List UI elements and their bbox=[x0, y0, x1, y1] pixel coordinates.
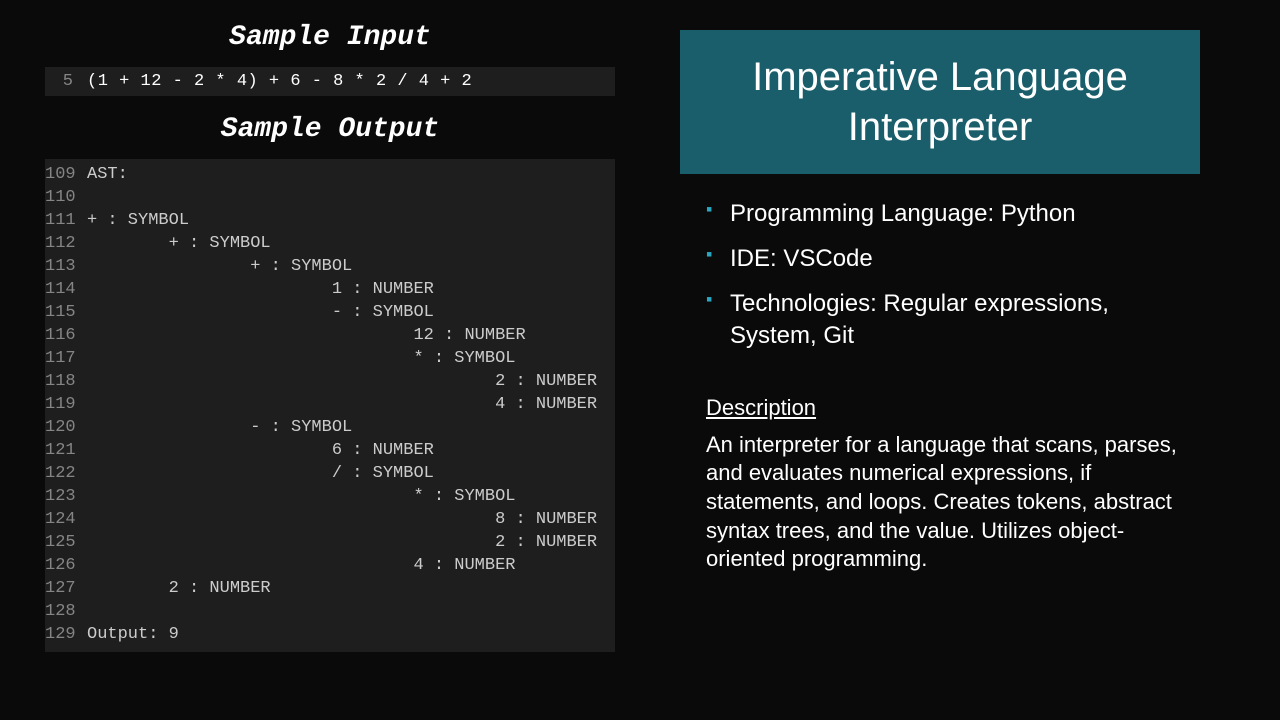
code-text: 8 : NUMBER bbox=[87, 508, 597, 531]
line-number: 116 bbox=[45, 324, 87, 347]
project-title: Imperative Language Interpreter bbox=[680, 30, 1200, 174]
line-number: 124 bbox=[45, 508, 87, 531]
left-column: Sample Input 5 (1 + 12 - 2 * 4) + 6 - 8 … bbox=[45, 22, 615, 652]
sample-output-heading: Sample Output bbox=[45, 114, 615, 145]
code-row: 129Output: 9 bbox=[45, 623, 615, 646]
code-row: 120 - : SYMBOL bbox=[45, 416, 615, 439]
line-number: 117 bbox=[45, 347, 87, 370]
code-text: / : SYMBOL bbox=[87, 462, 434, 485]
line-number: 129 bbox=[45, 623, 87, 646]
code-text: 1 : NUMBER bbox=[87, 278, 434, 301]
code-text: * : SYMBOL bbox=[87, 485, 515, 508]
line-number: 112 bbox=[45, 232, 87, 255]
line-number: 120 bbox=[45, 416, 87, 439]
code-text: 2 : NUMBER bbox=[87, 531, 597, 554]
bullet-list: Programming Language: Python IDE: VSCode T… bbox=[680, 198, 1200, 351]
code-row: 117 * : SYMBOL bbox=[45, 347, 615, 370]
line-number: 126 bbox=[45, 554, 87, 577]
code-text: AST: bbox=[87, 163, 128, 186]
code-text: - : SYMBOL bbox=[87, 301, 434, 324]
code-row: 112 + : SYMBOL bbox=[45, 232, 615, 255]
input-code-block: 5 (1 + 12 - 2 * 4) + 6 - 8 * 2 / 4 + 2 bbox=[45, 67, 615, 96]
line-number: 110 bbox=[45, 186, 87, 209]
code-row: 127 2 : NUMBER bbox=[45, 577, 615, 600]
line-number: 111 bbox=[45, 209, 87, 232]
bullet-item: IDE: VSCode bbox=[706, 243, 1200, 274]
code-text: 2 : NUMBER bbox=[87, 370, 597, 393]
code-row: 119 4 : NUMBER bbox=[45, 393, 615, 416]
line-number: 115 bbox=[45, 301, 87, 324]
code-row: 123 * : SYMBOL bbox=[45, 485, 615, 508]
code-text: - : SYMBOL bbox=[87, 416, 352, 439]
line-number: 119 bbox=[45, 393, 87, 416]
line-number: 125 bbox=[45, 531, 87, 554]
line-number: 109 bbox=[45, 163, 87, 186]
line-number: 118 bbox=[45, 370, 87, 393]
code-text: 4 : NUMBER bbox=[87, 393, 597, 416]
bullet-item: Programming Language: Python bbox=[706, 198, 1200, 229]
code-row: 124 8 : NUMBER bbox=[45, 508, 615, 531]
code-text: + : SYMBOL bbox=[87, 232, 271, 255]
code-row: 109AST: bbox=[45, 163, 615, 186]
code-row: 116 12 : NUMBER bbox=[45, 324, 615, 347]
description-heading: Description bbox=[706, 395, 1200, 421]
code-row: 5 (1 + 12 - 2 * 4) + 6 - 8 * 2 / 4 + 2 bbox=[45, 70, 615, 93]
sample-input-heading: Sample Input bbox=[45, 22, 615, 53]
code-row: 118 2 : NUMBER bbox=[45, 370, 615, 393]
code-row: 122 / : SYMBOL bbox=[45, 462, 615, 485]
output-code-block: 109AST:110111+ : SYMBOL112 + : SYMBOL113… bbox=[45, 159, 615, 652]
code-row: 121 6 : NUMBER bbox=[45, 439, 615, 462]
code-row: 115 - : SYMBOL bbox=[45, 301, 615, 324]
code-text: Output: 9 bbox=[87, 623, 179, 646]
code-text: * : SYMBOL bbox=[87, 347, 515, 370]
code-row: 110 bbox=[45, 186, 615, 209]
slide: Sample Input 5 (1 + 12 - 2 * 4) + 6 - 8 … bbox=[0, 0, 1280, 720]
code-row: 128 bbox=[45, 600, 615, 623]
description-body: An interpreter for a language that scans… bbox=[706, 431, 1200, 574]
code-text: + : SYMBOL bbox=[87, 255, 352, 278]
code-row: 111+ : SYMBOL bbox=[45, 209, 615, 232]
code-text: 4 : NUMBER bbox=[87, 554, 515, 577]
right-column: Imperative Language Interpreter Programm… bbox=[680, 30, 1200, 574]
code-text: 2 : NUMBER bbox=[87, 577, 271, 600]
code-text: (1 + 12 - 2 * 4) + 6 - 8 * 2 / 4 + 2 bbox=[87, 70, 472, 93]
code-row: 125 2 : NUMBER bbox=[45, 531, 615, 554]
bullet-item: Technologies: Regular expressions, Syste… bbox=[706, 288, 1200, 350]
line-number: 5 bbox=[45, 70, 87, 93]
code-row: 114 1 : NUMBER bbox=[45, 278, 615, 301]
line-number: 128 bbox=[45, 600, 87, 623]
code-text: 12 : NUMBER bbox=[87, 324, 526, 347]
code-text: + : SYMBOL bbox=[87, 209, 189, 232]
code-text: 6 : NUMBER bbox=[87, 439, 434, 462]
line-number: 123 bbox=[45, 485, 87, 508]
line-number: 122 bbox=[45, 462, 87, 485]
line-number: 114 bbox=[45, 278, 87, 301]
code-row: 126 4 : NUMBER bbox=[45, 554, 615, 577]
line-number: 127 bbox=[45, 577, 87, 600]
line-number: 113 bbox=[45, 255, 87, 278]
line-number: 121 bbox=[45, 439, 87, 462]
code-row: 113 + : SYMBOL bbox=[45, 255, 615, 278]
